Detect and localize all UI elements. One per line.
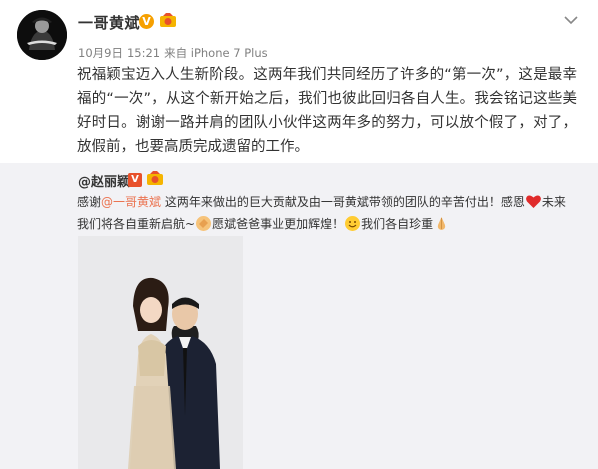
mention-link[interactable]: @一哥黄斌 [101,195,161,209]
post-source: 来自 iPhone 7 Plus [164,46,268,60]
post-text: 祝福颖宝迈入人生新阶段。这两年我们共同经历了许多的“第一次”，这是最幸福的“一次… [77,67,577,155]
repost-verified-badge: V [128,173,142,187]
clap-icon [196,216,212,231]
medal-icon [160,13,176,27]
repost-username[interactable]: @赵丽颖 [78,171,130,190]
post-meta: 10月9日 15:21 来自 iPhone 7 Plus [78,45,272,61]
weibo-post: 一哥黄斌 V 10月9日 15:21 来自 iPhone 7 Plus 祝福颖宝迈入… [0,0,598,469]
repost-text-5: 我们各自珍重 [361,217,434,231]
verified-badge: V [139,14,154,29]
repost-medal-icon [147,171,163,185]
pray-icon [437,217,446,230]
repost-block: @赵丽颖 V 感谢@一哥黄斌 这两年来做出的巨大贡献及由一哥黄斌带领的团队的辛苦… [0,163,598,469]
repost-text-1: 感谢 [77,195,102,209]
post-time[interactable]: 15:21 [127,46,160,60]
username[interactable]: 一哥黄斌 [78,12,140,33]
repost-photo[interactable] [78,236,243,469]
chevron-down-icon[interactable] [563,14,579,26]
repost-text-2: 这两年来做出的巨大贡献及由一哥黄斌带领的团队的辛苦付出！感恩 [161,195,525,209]
repost-text-4: 愿斌爸爸事业更加辉煌！ [212,217,345,231]
heart-icon [525,195,541,208]
post-date[interactable]: 10月9日 [78,46,123,60]
smile-icon [345,216,361,231]
repost-text: 感谢@一哥黄斌 这两年来做出的巨大贡献及由一哥黄斌带领的团队的辛苦付出！感恩 未来… [77,191,577,235]
avatar[interactable] [17,10,67,60]
